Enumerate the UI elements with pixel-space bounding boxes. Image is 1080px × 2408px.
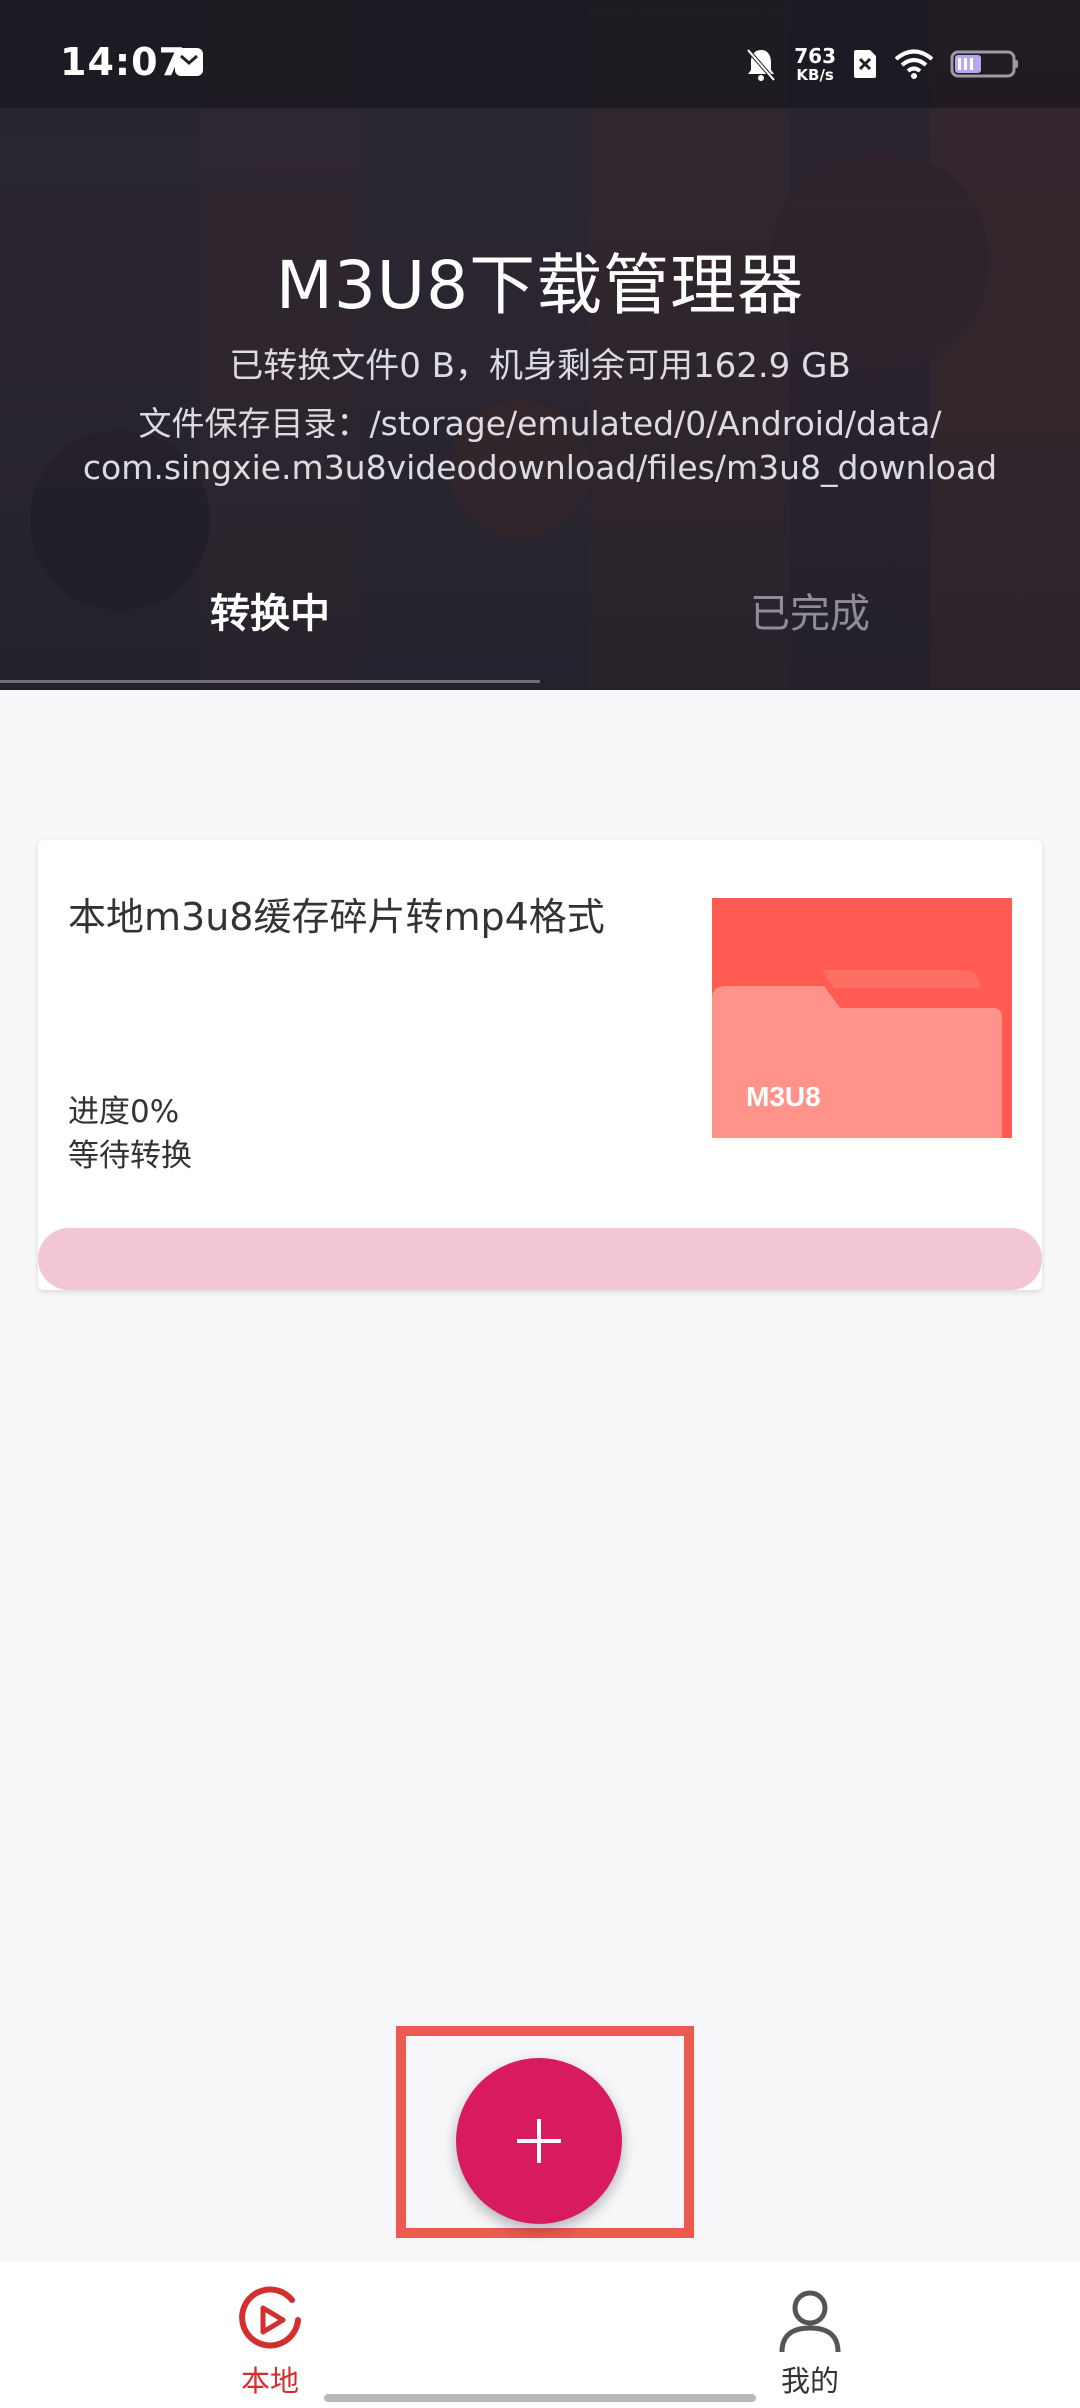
tab-converting[interactable]: 转换中 (0, 580, 540, 680)
nav-item-local[interactable]: 本地 (0, 2262, 540, 2408)
status-bar: 14:07 763 KB/s (0, 0, 1080, 108)
task-title: 本地m3u8缓存碎片转mp4格式 (68, 895, 605, 939)
status-time: 14:07 (60, 40, 186, 84)
save-directory-line: 文件保存目录：/storage/emulated/0/Android/data/ (138, 404, 942, 443)
bottom-navigation: 本地 我的 (0, 2262, 1080, 2408)
task-progress-text: 进度0% (68, 1094, 180, 1130)
plus-icon (517, 2119, 561, 2163)
header-banner: 14:07 763 KB/s M3U8下载管理器 已转换文件0 B，机身剩余可用… (0, 0, 1080, 690)
home-indicator[interactable] (324, 2394, 756, 2402)
page-title: M3U8下载管理器 (275, 247, 805, 324)
task-progress-bar (38, 1228, 1042, 1290)
task-card[interactable]: 本地m3u8缓存碎片转mp4格式 进度0% 等待转换 M3U8 (38, 840, 1042, 1290)
tab-completed[interactable]: 已完成 (540, 580, 1080, 680)
network-speed: 763 KB/s (794, 43, 836, 84)
add-task-button[interactable] (456, 2058, 622, 2224)
tab-bar: 转换中 已完成 (0, 580, 1080, 690)
task-status: 等待转换 (68, 1138, 192, 1174)
person-icon (779, 2290, 841, 2353)
battery-icon (950, 50, 1018, 78)
message-icon (175, 48, 203, 76)
wifi-icon (894, 49, 934, 79)
m3u8-folder-thumbnail: M3U8 (712, 898, 1012, 1138)
thumb-label: M3U8 (746, 1081, 821, 1112)
tab-indicator (0, 680, 540, 683)
storage-info: 已转换文件0 B，机身剩余可用162.9 GB (229, 346, 851, 386)
save-directory-line: com.singxie.m3u8videodownload/files/m3u8… (82, 448, 998, 487)
bell-muted-icon (746, 48, 776, 82)
play-circle-icon (239, 2286, 301, 2349)
sim-off-icon (854, 50, 876, 78)
save-directory: 文件保存目录：/storage/emulated/0/Android/data/… (40, 402, 1040, 490)
nav-item-mine[interactable]: 我的 (540, 2262, 1080, 2408)
folder-icon: M3U8 (712, 898, 1012, 1138)
